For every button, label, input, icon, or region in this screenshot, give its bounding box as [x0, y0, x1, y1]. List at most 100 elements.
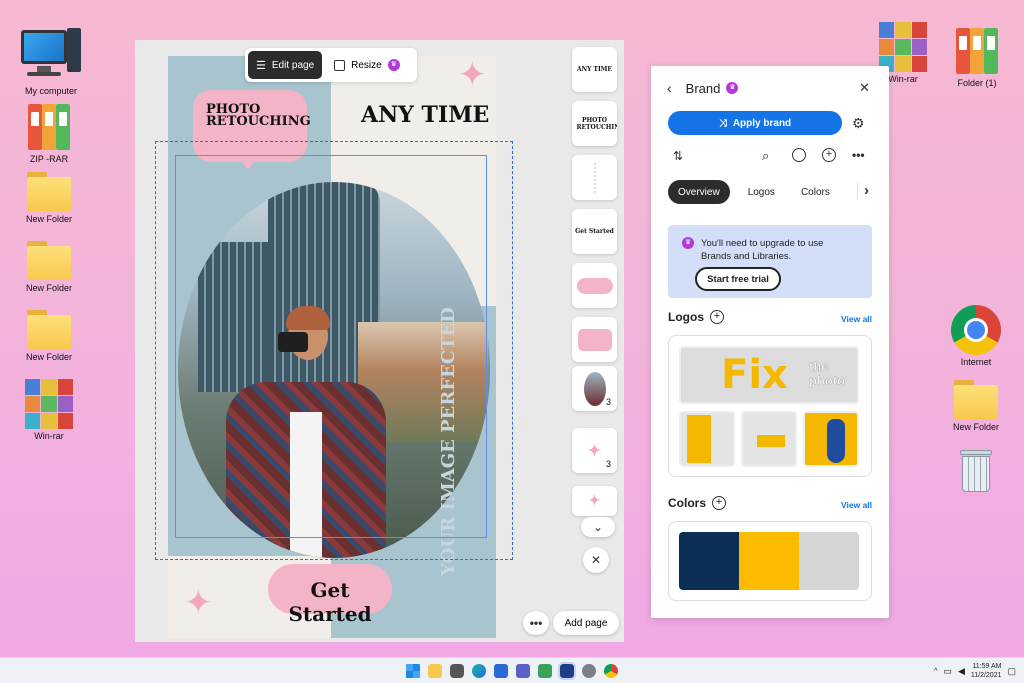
- chevron-right-icon[interactable]: ›: [857, 182, 869, 199]
- color-swatch-yellow[interactable]: [739, 532, 799, 590]
- desktop-icon-internet[interactable]: Internet: [941, 305, 1011, 367]
- color-swatch-navy[interactable]: [679, 532, 739, 590]
- gear-icon[interactable]: ⚙: [852, 115, 865, 132]
- colors-view-all-link[interactable]: View all: [841, 500, 872, 510]
- page-thumbnail-3[interactable]: [572, 155, 617, 200]
- desktop-icon-label: ZIP -RAR: [29, 154, 69, 164]
- sparkle-thumb: ✦: [587, 441, 602, 460]
- start-free-trial-label: Start free trial: [707, 273, 769, 285]
- windows-start-icon[interactable]: [406, 663, 420, 678]
- volume-icon[interactable]: ◀: [958, 666, 965, 677]
- desktop-icon-win-rar[interactable]: Win-rar: [14, 379, 84, 441]
- colors-section-title: Colors +: [668, 496, 727, 510]
- add-logo-icon[interactable]: +: [710, 310, 724, 324]
- logo-main[interactable]: Fix the photo: [679, 346, 859, 404]
- logo-main-small: the photo: [809, 359, 846, 388]
- chevron-down-icon: ⌄: [592, 520, 604, 534]
- add-color-icon[interactable]: +: [712, 496, 727, 510]
- tab-overview[interactable]: Overview: [668, 180, 730, 204]
- search-icon[interactable]: ⌕: [762, 148, 769, 164]
- chrome-taskbar-icon[interactable]: [604, 663, 618, 678]
- resize-button[interactable]: Resize ♛: [326, 51, 408, 79]
- network-icon[interactable]: ▭: [943, 666, 952, 677]
- teams-icon[interactable]: [516, 663, 530, 678]
- photo-thumb: [583, 371, 606, 406]
- add-page-button[interactable]: Add page: [553, 611, 619, 635]
- vertical-text-thumb: [593, 162, 596, 193]
- maps-icon[interactable]: [538, 663, 552, 678]
- apply-brand-button[interactable]: ⤨ Apply brand: [668, 111, 842, 135]
- color-swatch-gray[interactable]: [799, 532, 859, 590]
- tab-colors[interactable]: Colors: [791, 180, 840, 204]
- clock-date: 11/2/2021: [970, 672, 1002, 679]
- page-thumbnail-2[interactable]: PHOTO RETOUCHING: [572, 101, 617, 146]
- store-icon[interactable]: [494, 663, 508, 678]
- edit-toolbar: ☰ Edit page Resize ♛: [245, 48, 417, 82]
- add-icon[interactable]: +: [822, 148, 836, 162]
- logo-variant-2-text: [757, 435, 785, 447]
- desktop-icon-new-folder-right[interactable]: New Folder: [941, 380, 1011, 432]
- page-thumbnail-5[interactable]: [572, 263, 617, 308]
- get-started-title: Get Started: [288, 578, 372, 626]
- folder-icon: [952, 380, 1000, 420]
- logo-variant-3[interactable]: [803, 411, 859, 467]
- chevron-up-icon[interactable]: ^: [934, 668, 937, 675]
- logo-variant-2[interactable]: [741, 411, 797, 467]
- edge-icon[interactable]: [472, 663, 486, 678]
- brand-tabs: Overview Logos Colors: [668, 180, 840, 204]
- layer-count: 3: [605, 459, 611, 469]
- pink-bubble-thumb: [577, 328, 612, 351]
- camera-app-icon[interactable]: [450, 663, 464, 678]
- desktop-icon-recycle-bin[interactable]: [941, 446, 1011, 496]
- edit-page-button[interactable]: ☰ Edit page: [248, 51, 323, 79]
- desktop-icon-my-computer[interactable]: My computer: [16, 28, 86, 96]
- share-user-icon[interactable]: [792, 148, 806, 162]
- desktop-icon-label: Win-rar: [34, 431, 64, 441]
- sort-icon[interactable]: ⇅: [673, 149, 683, 163]
- page-thumbnail-8[interactable]: ✦ 3: [572, 428, 617, 473]
- more-icon[interactable]: •••: [852, 148, 865, 162]
- system-tray: ^ ▭ ◀ 11:59 AM 11/2/2021 ▢: [934, 658, 1016, 683]
- edit-page-label: Edit page: [271, 59, 315, 71]
- desktop-icon-label: New Folder: [25, 352, 72, 362]
- sparkle-thumb: ✦: [588, 493, 601, 509]
- winrar-icon: [25, 379, 73, 429]
- page-thumbnail-1[interactable]: ANY TIME: [572, 47, 617, 92]
- page-thumbnail-4[interactable]: Get Started: [572, 209, 617, 254]
- page-thumbnail-6[interactable]: [572, 317, 617, 362]
- sparkle-top: ✦: [458, 56, 487, 94]
- close-icon[interactable]: ✕: [859, 80, 870, 96]
- editor-workspace: PHOTO RETOUCHING ANY TIME ✦ YOUR IMAGE P…: [135, 40, 624, 642]
- binders-icon: [952, 24, 1002, 76]
- recycle-bin-icon: [958, 446, 994, 494]
- scroll-down-button[interactable]: ⌄: [581, 517, 615, 537]
- clock[interactable]: 11:59 AM 11/2/2021: [971, 662, 1002, 680]
- folder-icon: [25, 310, 73, 350]
- back-icon[interactable]: ‹: [667, 80, 672, 96]
- add-page-label: Add page: [564, 617, 608, 629]
- start-free-trial-button[interactable]: Start free trial: [695, 267, 781, 291]
- desktop-icon-new-folder-2[interactable]: New Folder: [14, 241, 84, 293]
- apply-brand-label: Apply brand: [732, 117, 792, 129]
- desktop-icon-zip-rar[interactable]: ZIP -RAR: [14, 100, 84, 164]
- close-thumbnails-button[interactable]: ✕: [583, 547, 609, 573]
- page-thumbnail-9[interactable]: ✦: [572, 486, 617, 516]
- close-icon: ✕: [590, 553, 602, 567]
- active-app-icon[interactable]: [558, 661, 576, 680]
- sliders-icon: ☰: [256, 59, 266, 72]
- upgrade-text: You'll need to upgrade to use Brands and…: [701, 238, 824, 262]
- logo-variant-1[interactable]: [679, 411, 735, 467]
- tab-logos[interactable]: Logos: [738, 180, 785, 204]
- crown-icon: ♛: [726, 82, 739, 94]
- desktop-icon-new-folder-3[interactable]: New Folder: [14, 310, 84, 362]
- logos-view-all-link[interactable]: View all: [841, 314, 872, 324]
- file-explorer-icon[interactable]: [428, 663, 442, 678]
- desktop-icon-folder-1[interactable]: Folder (1): [942, 24, 1012, 88]
- settings-icon[interactable]: [582, 663, 596, 678]
- more-options-button[interactable]: •••: [523, 611, 549, 635]
- page-thumbnail-7[interactable]: 3: [572, 366, 617, 411]
- resize-label: Resize: [351, 59, 382, 71]
- desktop-icon-new-folder-1[interactable]: New Folder: [14, 172, 84, 224]
- notification-icon[interactable]: ▢: [1007, 666, 1016, 677]
- clock-time: 11:59 AM: [972, 663, 1002, 670]
